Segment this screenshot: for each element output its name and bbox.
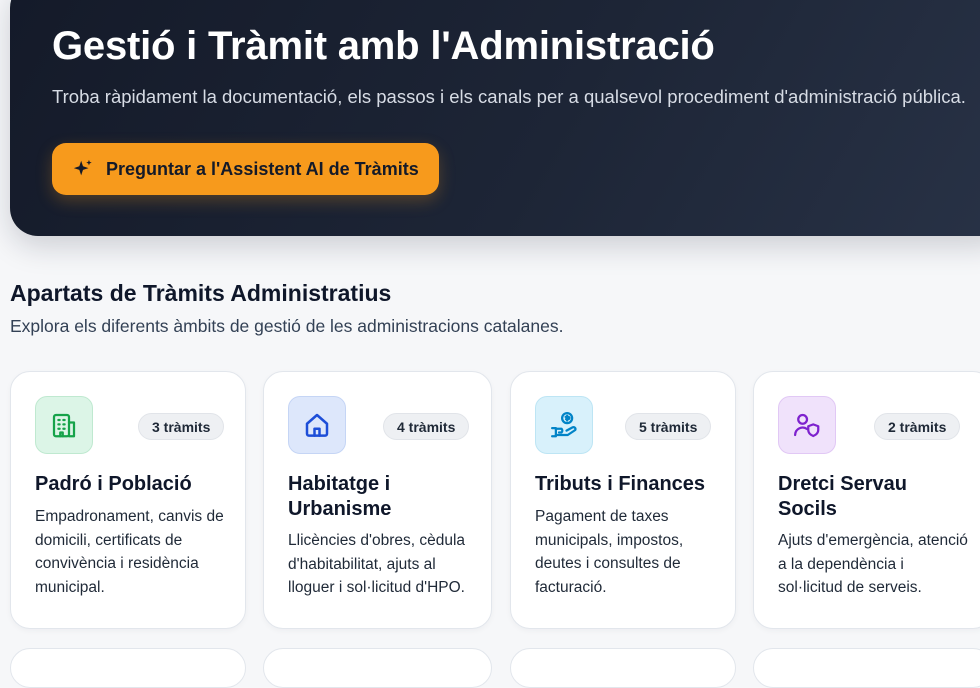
category-card-next-row[interactable] — [753, 648, 980, 688]
category-card-habitatge[interactable]: 4 tràmits Habitatge i Urbanisme Llicènci… — [263, 371, 492, 629]
category-icon-box — [535, 396, 593, 454]
section-title: Apartats de Tràmits Administratius — [10, 280, 392, 306]
procedures-count-badge: 4 tràmits — [383, 413, 470, 440]
building-icon — [52, 413, 76, 438]
category-card-tributs[interactable]: 5 tràmits Tributs i Finances Pagament de… — [510, 371, 736, 629]
ask-ai-assistant-label: Preguntar a l'Assistent AI de Tràmits — [106, 158, 419, 179]
section-subtitle: Explora els diferents àmbits de gestió d… — [10, 316, 564, 336]
category-card-serveis-socials[interactable]: 2 tràmits Dretci Servau Socils Ajuts d'e… — [753, 371, 980, 629]
sparkle-icon — [73, 159, 92, 176]
card-title: Habitatge i Urbanisme — [288, 473, 392, 520]
user-shield-icon — [794, 413, 820, 438]
card-title: Tributs i Finances — [535, 473, 706, 495]
card-description: Ajuts d'emergència, atenció a la dependè… — [778, 532, 968, 596]
card-description: Empadronament, canvis de domicili, certi… — [35, 508, 224, 596]
card-title: Padró i Població — [35, 473, 192, 495]
house-icon — [305, 413, 329, 437]
category-card-next-row[interactable] — [10, 648, 246, 688]
hand-coin-icon — [551, 412, 577, 438]
category-card-padro[interactable]: 3 tràmits Padró i Població Empadronament… — [10, 371, 246, 629]
card-description: Llicències d'obres, cèdula d'habitabilit… — [288, 532, 466, 596]
procedures-count-badge: 2 tràmits — [874, 413, 961, 440]
category-card-next-row[interactable] — [263, 648, 492, 688]
category-icon-box — [778, 396, 836, 454]
procedures-count-badge: 3 tràmits — [138, 413, 225, 440]
card-description: Pagament de taxes municipals, impostos, … — [535, 508, 684, 596]
category-icon-box — [35, 396, 93, 454]
hero-subtitle: Troba ràpidament la documentació, els pa… — [52, 86, 966, 107]
ask-ai-assistant-button[interactable]: Preguntar a l'Assistent AI de Tràmits — [52, 143, 439, 195]
category-card-next-row[interactable] — [510, 648, 736, 688]
procedures-count-badge: 5 tràmits — [625, 413, 712, 440]
category-icon-box — [288, 396, 346, 454]
page-title: Gestió i Tràmit amb l'Administració — [52, 24, 715, 68]
card-title: Dretci Servau Socils — [778, 473, 907, 520]
